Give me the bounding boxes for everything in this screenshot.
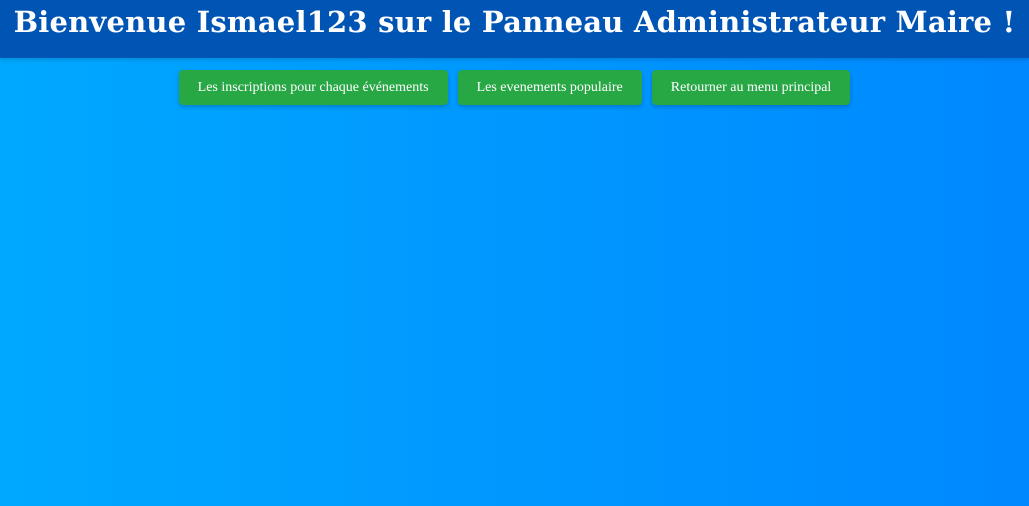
popular-events-button[interactable]: Les evenements populaire (457, 70, 642, 105)
page-title: Bienvenue Ismael123 sur le Panneau Admin… (13, 5, 1016, 39)
back-to-main-menu-button[interactable]: Retourner au menu principal (651, 70, 851, 105)
page-header: Bienvenue Ismael123 sur le Panneau Admin… (0, 0, 1029, 58)
nav-button-bar: Les inscriptions pour chaque événements … (0, 70, 1029, 105)
registrations-per-event-button[interactable]: Les inscriptions pour chaque événements (178, 70, 448, 105)
